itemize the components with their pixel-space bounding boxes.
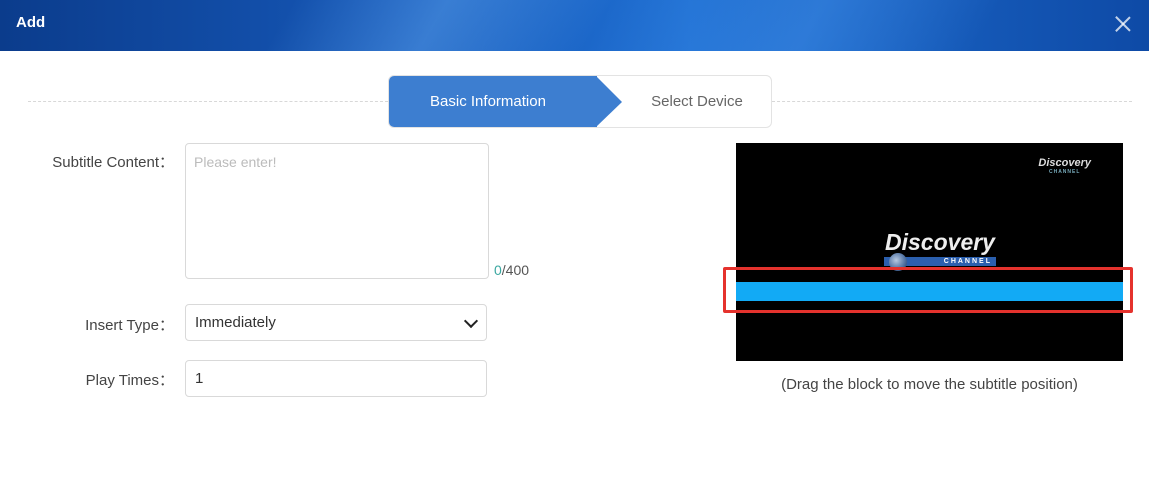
insert-type-select[interactable]: Immediately: [185, 304, 487, 341]
channel-logo-main-brand: Discovery: [885, 229, 995, 255]
counter-current: 0: [494, 262, 502, 278]
channel-logo-small-sub: CHANNEL: [1048, 169, 1081, 175]
subtitle-drag-block[interactable]: [736, 282, 1123, 301]
video-preview: Discovery CHANNEL Discovery CHANNEL: [736, 143, 1123, 361]
play-times-label: Play Times：: [85, 372, 174, 389]
subtitle-content-textarea[interactable]: [185, 143, 489, 279]
globe-icon: [889, 253, 907, 271]
dialog-header: Add: [0, 0, 1149, 51]
step-divider-left: [28, 101, 388, 102]
subtitle-content-label: Subtitle Content：: [52, 154, 174, 171]
insert-type-value: Immediately: [195, 314, 276, 331]
channel-logo-small-brand: Discovery: [1038, 157, 1091, 169]
insert-type-label: Insert Type：: [85, 317, 174, 334]
chevron-down-icon: [463, 313, 479, 329]
close-icon[interactable]: [1111, 12, 1135, 36]
play-times-input[interactable]: [185, 360, 487, 397]
drag-hint: (Drag the block to move the subtitle pos…: [781, 376, 1078, 393]
counter-max: /400: [501, 262, 530, 278]
step-basic-information[interactable]: Basic Information: [389, 76, 597, 127]
step-select-device[interactable]: Select Device: [623, 76, 771, 127]
character-counter: 0/400: [494, 262, 529, 278]
channel-logo-small: Discovery CHANNEL: [1038, 157, 1091, 175]
step-indicator: Basic Information Select Device: [388, 75, 772, 128]
dialog-title: Add: [16, 14, 46, 31]
step-divider-right: [772, 101, 1132, 102]
step-arrow-icon: [596, 76, 622, 127]
channel-logo-main: Discovery CHANNEL: [875, 229, 1005, 271]
